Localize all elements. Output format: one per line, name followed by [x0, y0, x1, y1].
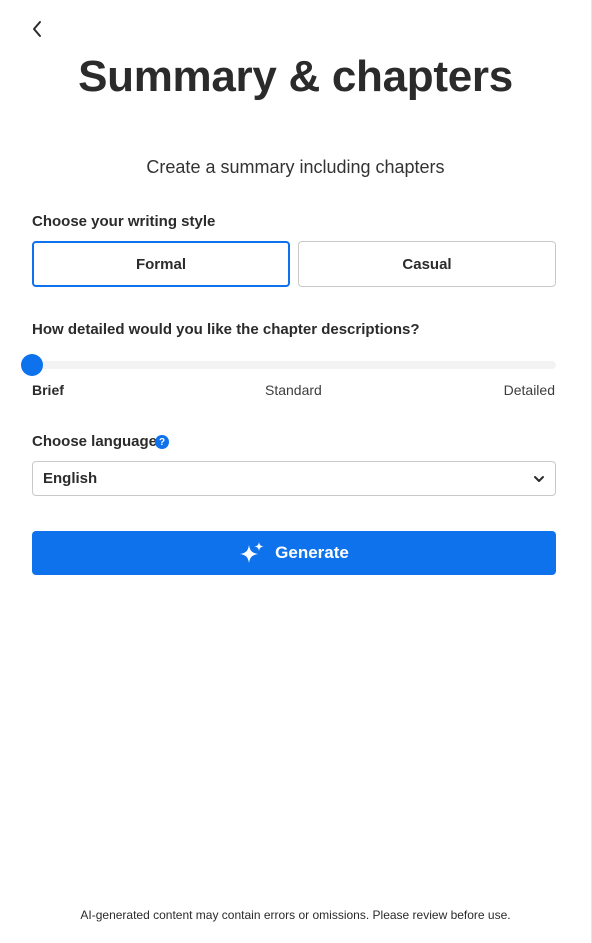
writing-style-label: Choose your writing style	[32, 213, 216, 230]
language-select[interactable]: English	[32, 461, 556, 496]
generate-button-label: Generate	[275, 543, 349, 562]
detail-level-label: How detailed would you like the chapter …	[32, 321, 420, 338]
detail-level-slider[interactable]	[32, 361, 556, 369]
tick-detailed: Detailed	[503, 382, 555, 398]
ai-disclaimer: AI-generated content may contain errors …	[80, 908, 511, 922]
chevron-left-icon	[33, 21, 41, 37]
generate-button[interactable]: Generate	[32, 531, 556, 575]
casual-style-button[interactable]: Casual	[298, 241, 556, 287]
detail-level-slider-thumb[interactable]	[21, 354, 43, 376]
sparkle-icon	[239, 542, 265, 564]
language-label: Choose language	[32, 433, 158, 450]
casual-style-label: Casual	[402, 255, 452, 273]
page-subtitle: Create a summary including chapters	[146, 157, 445, 177]
summary-chapters-panel: Summary & chapters Create a summary incl…	[0, 0, 592, 943]
formal-style-button[interactable]: Formal	[32, 241, 290, 287]
chevron-down-icon	[534, 475, 544, 482]
tick-standard: Standard	[265, 382, 322, 398]
question-circle-icon[interactable]: ?	[155, 435, 169, 449]
formal-style-label: Formal	[135, 255, 186, 273]
tick-brief: Brief	[32, 382, 64, 398]
language-select-value: English	[43, 470, 98, 487]
page-title: Summary & chapters	[78, 52, 513, 101]
back-button[interactable]	[26, 18, 48, 40]
